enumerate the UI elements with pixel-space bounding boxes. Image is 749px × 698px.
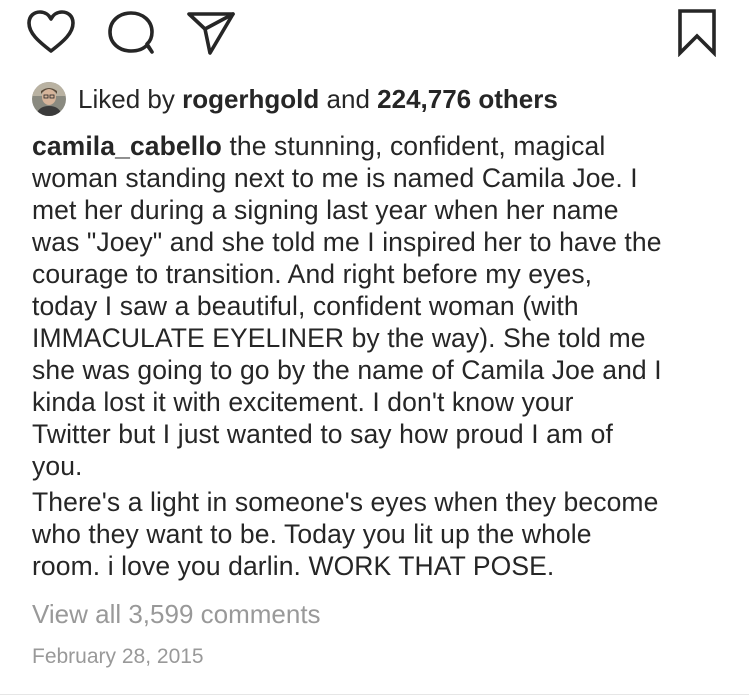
paper-plane-icon[interactable] [186, 9, 236, 55]
caption-line: room. i love you darlin. WORK THAT POSE. [32, 551, 555, 581]
post-action-bar [0, 0, 749, 62]
caption-line: camila_cabello the stunning, confident, … [32, 130, 732, 162]
liker-username-link[interactable]: rogerhgold [182, 80, 319, 118]
caption-line: you. [32, 451, 83, 481]
caption-line: today I saw a beautiful, confident woman… [32, 291, 579, 321]
likes-prefix: Liked by [78, 84, 175, 114]
divider [0, 694, 749, 695]
caption-line: met her during a signing last year when … [32, 195, 619, 225]
caption-line: she was going to go by the name of Camil… [32, 355, 662, 385]
view-all-comments-link[interactable]: View all 3,599 comments [32, 598, 321, 630]
bookmark-icon[interactable] [674, 7, 720, 57]
author-username-link[interactable]: camila_cabello [32, 131, 222, 161]
comment-icon[interactable] [104, 9, 158, 55]
caption-line: woman standing next to me is named Camil… [32, 163, 638, 193]
likes-conjunction: and [326, 84, 370, 114]
liker-avatar[interactable] [32, 82, 66, 116]
post-caption: camila_cabello the stunning, confident, … [32, 130, 732, 582]
heart-icon[interactable] [26, 9, 76, 55]
caption-line: was "Joey" and she told me I inspired he… [32, 227, 662, 257]
caption-line: courage to transition. And right before … [32, 259, 593, 289]
caption-line: IMMACULATE EYELINER by the way). She tol… [32, 323, 646, 353]
post-timestamp: February 28, 2015 [32, 645, 204, 668]
caption-line: Twitter but I just wanted to say how pro… [32, 419, 613, 449]
caption-text: the stunning, confident, magical [229, 131, 606, 161]
likes-count-link[interactable]: 224,776 others [377, 80, 558, 118]
likes-summary: Liked by rogerhgold and 224,776 others [32, 80, 558, 118]
caption-line: There's a light in someone's eyes when t… [32, 487, 659, 517]
caption-line: who they want to be. Today you lit up th… [32, 519, 592, 549]
caption-line: kinda lost it with excitement. I don't k… [32, 387, 574, 417]
